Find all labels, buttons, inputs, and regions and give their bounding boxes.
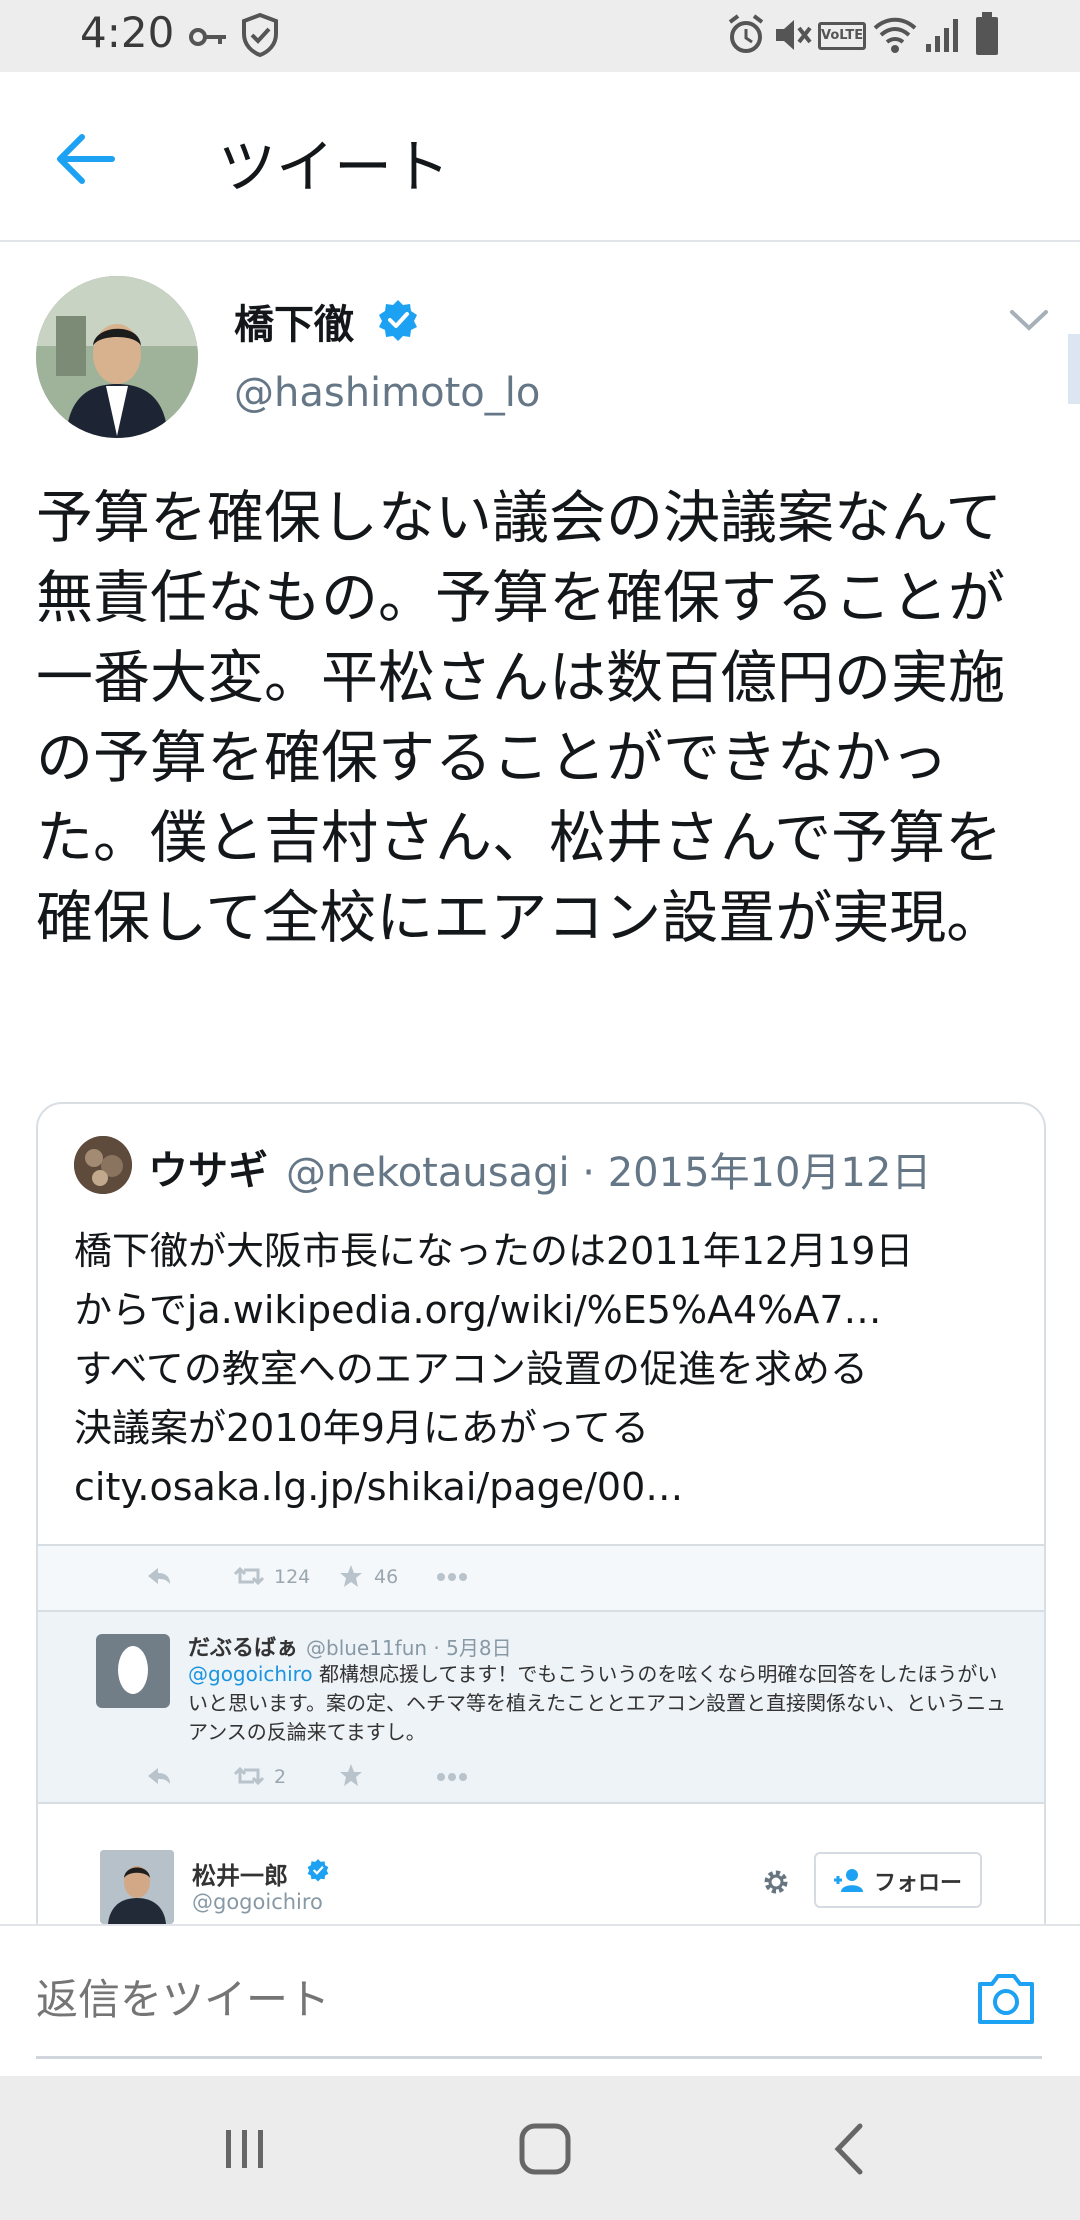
embedded-like-count: 46 (374, 1566, 399, 1588)
quoted-tweet-text: 橋下徹が大阪市長になったのは2011年12月19日 からでja.wikipedi… (74, 1222, 1014, 1517)
star-icon (340, 1764, 362, 1786)
arrow-left-icon[interactable] (50, 124, 120, 194)
gear-icon (764, 1870, 788, 1894)
quoted-line: 決議案が2010年9月にあがってる (74, 1406, 649, 1450)
reply-input-underline (36, 2056, 1042, 2059)
embedded-profile-avatar (100, 1850, 174, 1924)
embedded-reply-name: だぶるばぁ (188, 1636, 299, 1661)
page-title: ツイート (218, 133, 451, 201)
quoted-author-meta: @nekotausagi · 2015年10月12日 (286, 1150, 932, 1196)
reply-icon (148, 1568, 170, 1584)
embedded-profile-handle: @gogoichiro (192, 1890, 323, 1914)
author-avatar[interactable] (36, 276, 198, 438)
status-time: 4:20 (80, 8, 175, 57)
star-icon (340, 1565, 362, 1587)
recent-apps-icon[interactable] (210, 2114, 280, 2184)
scrollbar-thumb[interactable] (1068, 334, 1080, 404)
alarm-icon (728, 14, 764, 53)
more-dots-icon (437, 1773, 467, 1781)
status-bar: 4:20 VoLTE (0, 0, 1080, 72)
embedded-reply-meta: @blue11fun · 5月8日 (306, 1636, 512, 1660)
more-dots-icon (437, 1573, 467, 1581)
camera-icon[interactable] (974, 1970, 1038, 2028)
system-nav-bar (0, 2076, 1080, 2220)
author-handle[interactable]: @hashimoto_lo (234, 370, 540, 416)
quoted-line: city.osaka.lg.jp/shikai/page/00… (74, 1465, 684, 1509)
volte-icon: VoLTE (818, 22, 866, 50)
reply-composer (0, 1924, 1080, 2078)
wifi-icon (873, 17, 917, 53)
battery-icon (976, 12, 998, 55)
embedded-action-row: 124 46 (38, 1546, 1044, 1612)
back-icon[interactable] (816, 2114, 886, 2184)
signal-icon (926, 19, 958, 52)
follow-button-label: フォロー (874, 1871, 963, 1896)
embedded-profile-name: 松井一郎 (192, 1862, 288, 1890)
egg-avatar-icon (96, 1634, 170, 1708)
chevron-down-icon[interactable] (1006, 300, 1052, 340)
key-icon (189, 28, 226, 46)
quoted-author-avatar (74, 1136, 132, 1194)
author-name[interactable]: 橋下徹 (234, 292, 354, 350)
embedded-reply-retweet-count: 2 (274, 1766, 287, 1788)
follow-button: フォロー (814, 1852, 982, 1908)
reply-icon (148, 1768, 170, 1784)
retweet-icon (234, 1566, 264, 1586)
tweet-text: 予算を確保しない議会の決議案なんて無責任なもの。予算を確保することが一番大変。平… (36, 485, 1005, 951)
reply-input[interactable] (36, 1964, 936, 2034)
retweet-icon (234, 1766, 264, 1786)
app-bar: ツイート (0, 72, 1080, 242)
embedded-reply-mention: @gogoichiro (188, 1662, 313, 1686)
follow-person-icon (834, 1869, 863, 1892)
embedded-reply: だぶるばぁ @blue11fun · 5月8日 @gogoichiro 都構想応… (38, 1612, 1044, 1804)
mute-icon (776, 20, 812, 50)
verified-badge-icon (307, 1859, 329, 1882)
quoted-line: からでja.wikipedia.org/wiki/%E5%A4%A7… (74, 1288, 882, 1332)
embedded-retweet-count: 124 (274, 1566, 311, 1588)
quoted-author-name: ウサギ (148, 1148, 268, 1194)
embedded-reply-text: @gogoichiro 都構想応援してます！でもこういうのを呟くなら明確な回答を… (188, 1660, 1008, 1747)
verified-badge-icon (379, 300, 417, 341)
shield-check-icon (242, 12, 278, 58)
quoted-line: すべての教室へのエアコン設置の促進を求める (74, 1347, 868, 1391)
home-icon[interactable] (510, 2114, 580, 2184)
quoted-line: 橋下徹が大阪市長になったのは2011年12月19日 (74, 1229, 914, 1273)
